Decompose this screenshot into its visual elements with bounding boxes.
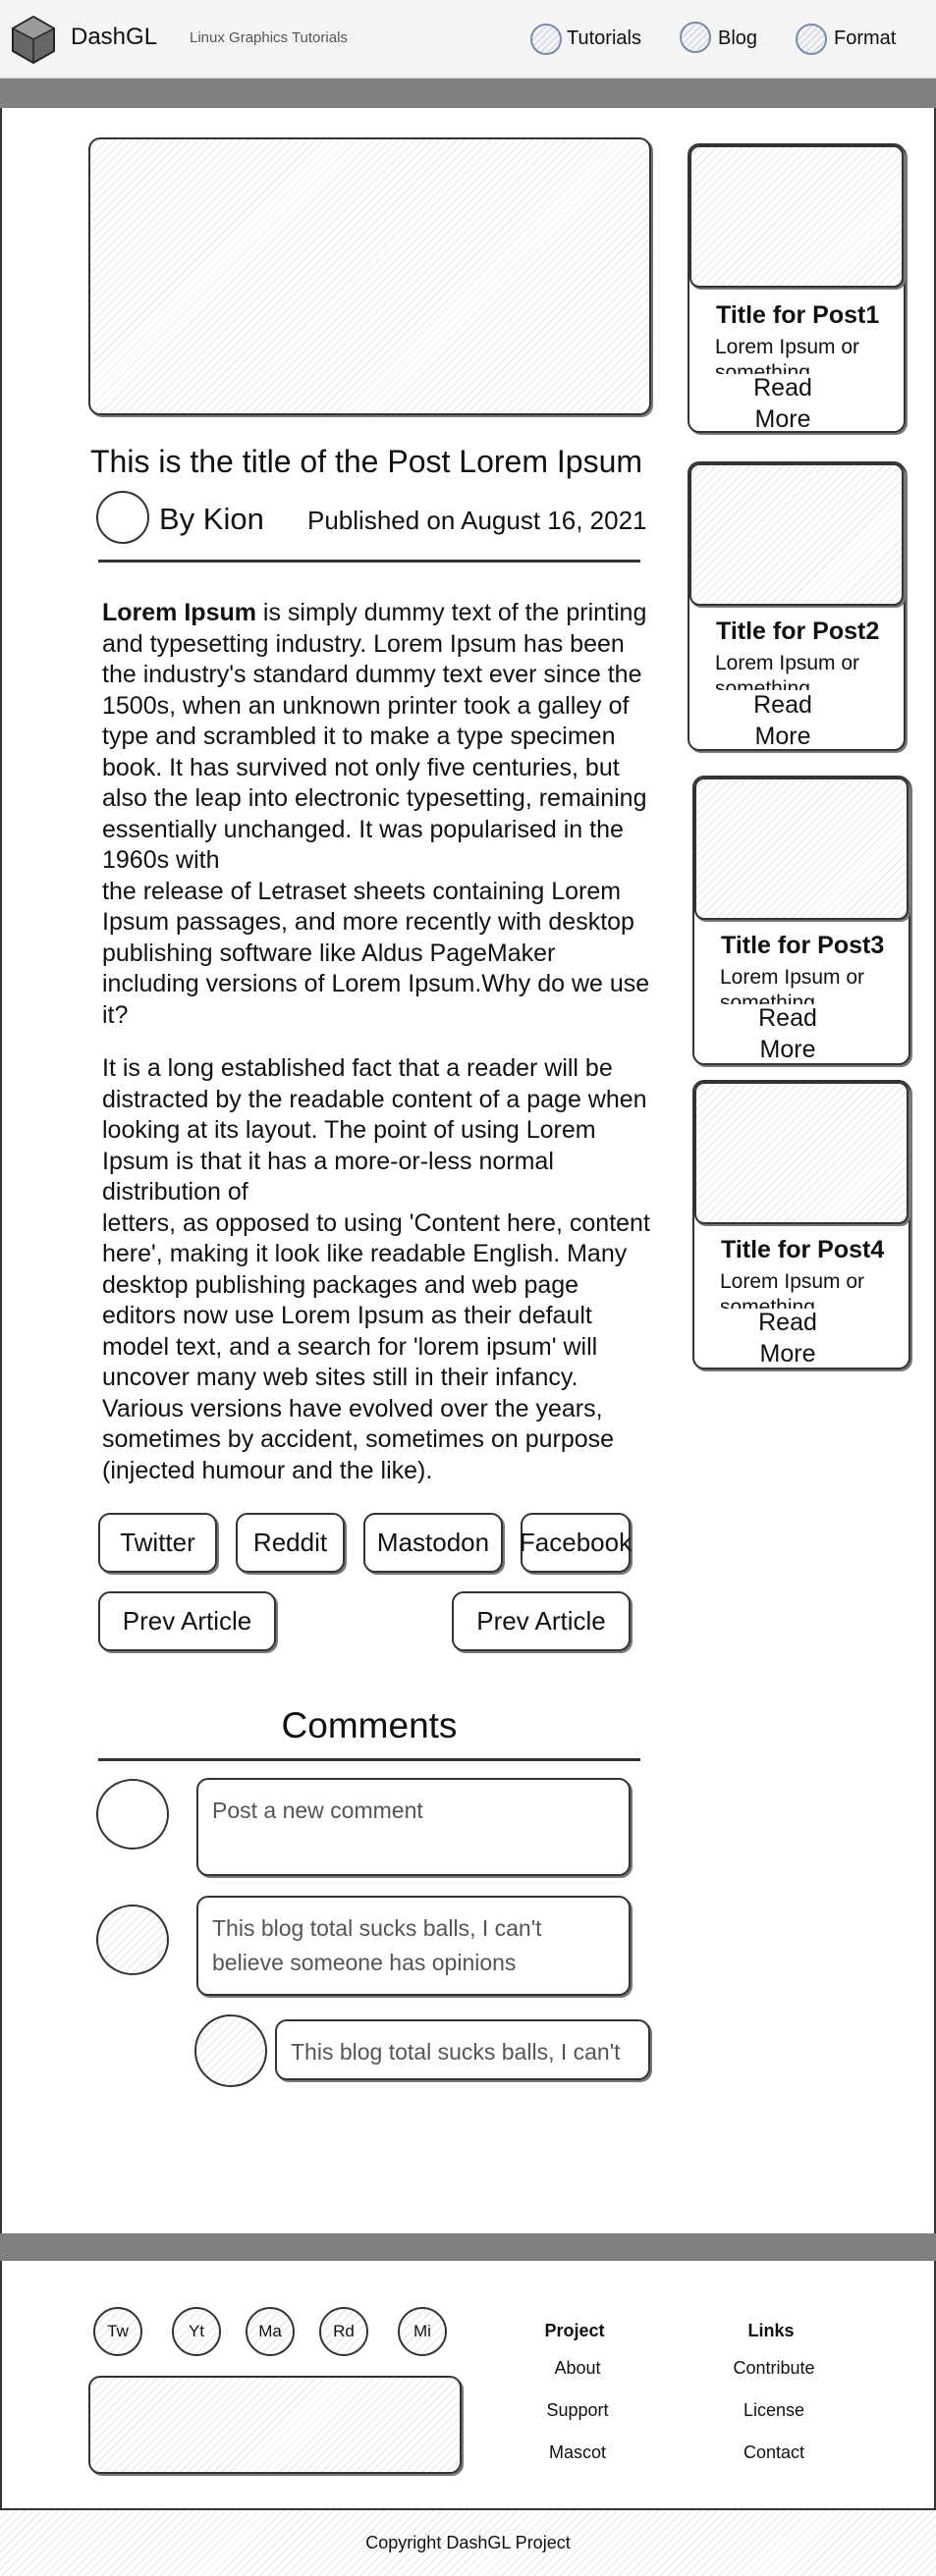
paragraph-2: It is a long established fact that a rea… <box>102 1054 647 1206</box>
social-youtube-icon[interactable]: Yt <box>172 2307 221 2356</box>
reply-avatar <box>194 2014 267 2087</box>
footer-link-contact[interactable]: Contact <box>717 2442 831 2463</box>
card-read-more[interactable]: Read More <box>748 1002 827 1065</box>
post-hero-image <box>88 137 651 415</box>
social-mastodon-icon[interactable]: Ma <box>246 2307 295 2356</box>
post-title: This is the title of the Post Lorem Ipsu… <box>90 444 643 479</box>
paragraph-1-bold: Lorem Ipsum <box>102 599 256 626</box>
sidebar-card-post3[interactable]: Title for Post3 Lorem Ipsum or something… <box>692 776 910 1065</box>
next-article-button[interactable]: Prev Article <box>452 1591 631 1651</box>
nav-format-globe-icon[interactable] <box>796 24 827 55</box>
share-mastodon-button[interactable]: Mastodon <box>363 1513 503 1573</box>
card-thumbnail <box>689 463 904 606</box>
card-title[interactable]: Title for Post1 <box>716 301 879 330</box>
footer-links-heading: Links <box>747 2321 795 2340</box>
social-twitter-icon[interactable]: Tw <box>93 2307 142 2356</box>
post-body: Lorem Ipsum is simply dummy text of the … <box>102 598 658 1486</box>
card-title[interactable]: Title for Post4 <box>721 1236 884 1264</box>
footer-divider-band <box>0 2233 936 2261</box>
paragraph-1-text: is simply dummy text of the printing and… <box>102 599 647 874</box>
author-name[interactable]: By Kion <box>159 502 264 537</box>
card-thumbnail <box>689 145 904 288</box>
footer-link-mascot[interactable]: Mascot <box>521 2442 634 2463</box>
card-title[interactable]: Title for Post2 <box>716 617 879 646</box>
paragraph-2-cont: letters, as opposed to using 'Content he… <box>102 1208 650 1484</box>
site-tagline: Linux Graphics Tutorials <box>190 29 348 46</box>
footer-banner-image <box>88 2376 462 2474</box>
card-description: Lorem Ipsum or something... <box>720 1270 865 1309</box>
copyright-bar: Copyright DashGL Project <box>0 2508 936 2576</box>
publish-date: Published on August 16, 2021 <box>307 506 647 535</box>
logo-text[interactable]: DashGL <box>71 24 157 51</box>
footer-link-support[interactable]: Support <box>521 2400 634 2421</box>
card-read-more[interactable]: Read More <box>748 1307 827 1369</box>
footer-link-license[interactable]: License <box>717 2400 831 2421</box>
card-description: Lorem Ipsum or something... <box>715 652 860 690</box>
new-comment-avatar <box>96 1779 169 1850</box>
card-title[interactable]: Title for Post3 <box>721 932 884 960</box>
commenter-avatar <box>96 1905 169 1975</box>
card-thumbnail <box>694 1082 908 1224</box>
nav-link-blog[interactable]: Blog <box>718 27 757 50</box>
comments-heading: Comments <box>281 1705 458 1745</box>
card-thumbnail <box>694 778 908 920</box>
share-twitter-button[interactable]: Twitter <box>98 1513 217 1573</box>
card-read-more[interactable]: Read More <box>743 689 822 752</box>
nav-blog-globe-icon[interactable] <box>680 22 711 53</box>
comment-reply: This blog total sucks balls, I can't <box>275 2019 650 2080</box>
title-divider <box>98 560 640 563</box>
site-header: DashGL Linux Graphics Tutorials Tutorial… <box>0 0 936 79</box>
footer-link-about[interactable]: About <box>521 2358 634 2379</box>
footer-project-heading: Project <box>544 2321 605 2340</box>
share-facebook-button[interactable]: Facebook <box>520 1513 632 1573</box>
card-description: Lorem Ipsum or something... <box>720 966 865 1004</box>
header-divider-band <box>0 79 936 108</box>
paragraph-1-cont: the release of Letraset sheets containin… <box>102 877 650 1029</box>
nav-link-tutorials[interactable]: Tutorials <box>567 27 641 50</box>
paragraph-1: Lorem Ipsum is simply dummy text of the … <box>102 598 658 877</box>
new-comment-input[interactable]: Post a new comment <box>196 1778 631 1876</box>
sidebar-card-post1[interactable]: Title for Post1 Lorem Ipsum or something… <box>688 143 906 433</box>
social-reddit-icon[interactable]: Rd <box>319 2307 368 2356</box>
author-avatar[interactable] <box>96 491 149 544</box>
card-read-more[interactable]: Read More <box>743 372 822 435</box>
sidebar-card-post2[interactable]: Title for Post2 Lorem Ipsum or something… <box>688 461 906 751</box>
comment-1: This blog total sucks balls, I can't bel… <box>196 1896 631 1996</box>
comments-divider <box>98 1758 640 1761</box>
prev-article-button[interactable]: Prev Article <box>98 1591 276 1651</box>
footer-link-contribute[interactable]: Contribute <box>717 2358 831 2379</box>
share-reddit-button[interactable]: Reddit <box>236 1513 345 1573</box>
social-misc-icon[interactable]: Mi <box>398 2307 447 2356</box>
card-description: Lorem Ipsum or something... <box>715 336 860 374</box>
logo-icon[interactable] <box>8 14 59 65</box>
nav-link-format[interactable]: Format <box>834 27 896 50</box>
sidebar-card-post4[interactable]: Title for Post4 Lorem Ipsum or something… <box>692 1080 910 1369</box>
nav-tutorials-globe-icon[interactable] <box>530 24 562 55</box>
